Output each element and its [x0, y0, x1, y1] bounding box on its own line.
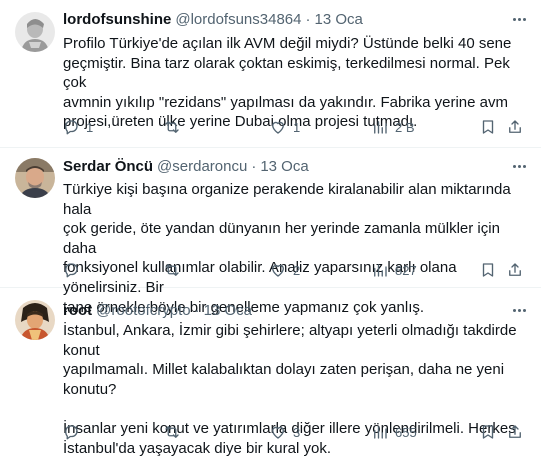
like-icon	[272, 264, 284, 277]
timestamp[interactable]: 13 Oca	[315, 11, 363, 28]
like-count: 1	[293, 119, 301, 135]
like-button[interactable]: 3	[269, 422, 300, 442]
bookmark-icon	[482, 120, 494, 134]
avatar[interactable]	[15, 12, 55, 52]
separator-dot: ·	[305, 10, 311, 28]
tweet[interactable]: root @rootofcrypto · 13 Oca İstanbul, An…	[0, 288, 541, 457]
more-icon[interactable]	[509, 9, 529, 29]
retweet-button[interactable]	[163, 260, 187, 280]
author-name[interactable]: Serdar Öncü	[63, 158, 153, 175]
like-button[interactable]: 1	[269, 117, 300, 137]
views-button[interactable]: 827	[371, 260, 417, 280]
tweet-actions: 1 1 2 B	[58, 117, 528, 137]
tweet-header: lordofsunshine @lordofsuns34864 · 13 Oca	[63, 9, 529, 29]
timestamp[interactable]: 13 Oca	[204, 302, 252, 319]
retweet-button[interactable]	[163, 117, 187, 137]
retweet-button[interactable]	[163, 422, 187, 442]
reply-icon	[65, 120, 78, 135]
like-icon	[272, 426, 284, 439]
reply-button[interactable]: 1	[62, 117, 93, 137]
like-icon	[272, 121, 284, 134]
bookmark-icon	[482, 263, 494, 277]
reply-button[interactable]	[62, 422, 86, 442]
bookmark-button[interactable]	[479, 117, 497, 137]
timestamp[interactable]: 13 Oca	[260, 158, 308, 175]
reply-button[interactable]	[62, 260, 86, 280]
views-icon	[374, 121, 387, 134]
author-name[interactable]: lordofsunshine	[63, 11, 171, 28]
share-icon	[509, 425, 521, 438]
retweet-icon	[165, 121, 179, 133]
author-handle[interactable]: @serdaroncu	[157, 158, 247, 175]
share-button[interactable]	[506, 260, 524, 280]
views-count: 827	[395, 262, 417, 278]
tweet[interactable]: Serdar Öncü @serdaroncu · 13 Oca Türkiye…	[0, 148, 541, 316]
share-button[interactable]	[506, 117, 524, 137]
views-button[interactable]: 2 B	[371, 117, 415, 137]
views-count: 2 B	[395, 119, 415, 135]
views-button[interactable]: 655	[371, 422, 417, 442]
separator-dot: ·	[194, 301, 200, 319]
retweet-icon	[165, 264, 179, 276]
tweet-actions: 2 827	[58, 260, 528, 280]
tweet-header: Serdar Öncü @serdaroncu · 13 Oca	[63, 156, 529, 176]
share-icon	[509, 120, 521, 133]
tweet[interactable]: lordofsunshine @lordofsuns34864 · 13 Oca…	[0, 0, 541, 148]
like-button[interactable]: 2	[269, 260, 300, 280]
share-button[interactable]	[506, 422, 524, 442]
views-icon	[374, 426, 387, 439]
author-name[interactable]: root	[63, 302, 92, 319]
author-handle[interactable]: @rootofcrypto	[96, 302, 190, 319]
views-icon	[374, 264, 387, 277]
tweet-header: root @rootofcrypto · 13 Oca	[63, 300, 529, 320]
bookmark-icon	[482, 425, 494, 439]
share-icon	[509, 263, 521, 276]
tweet-actions: 3 655	[58, 422, 528, 442]
reply-icon	[65, 425, 78, 440]
retweet-icon	[165, 426, 179, 438]
avatar[interactable]	[15, 158, 55, 198]
views-count: 655	[395, 424, 417, 440]
more-icon[interactable]	[509, 300, 529, 320]
like-count: 2	[293, 262, 301, 278]
bookmark-button[interactable]	[479, 260, 497, 280]
avatar[interactable]	[15, 300, 55, 340]
like-count: 3	[293, 424, 301, 440]
more-icon[interactable]	[509, 156, 529, 176]
author-handle[interactable]: @lordofsuns34864	[175, 11, 301, 28]
separator-dot: ·	[251, 157, 257, 175]
reply-icon	[65, 263, 78, 278]
bookmark-button[interactable]	[479, 422, 497, 442]
reply-count: 1	[86, 119, 94, 135]
